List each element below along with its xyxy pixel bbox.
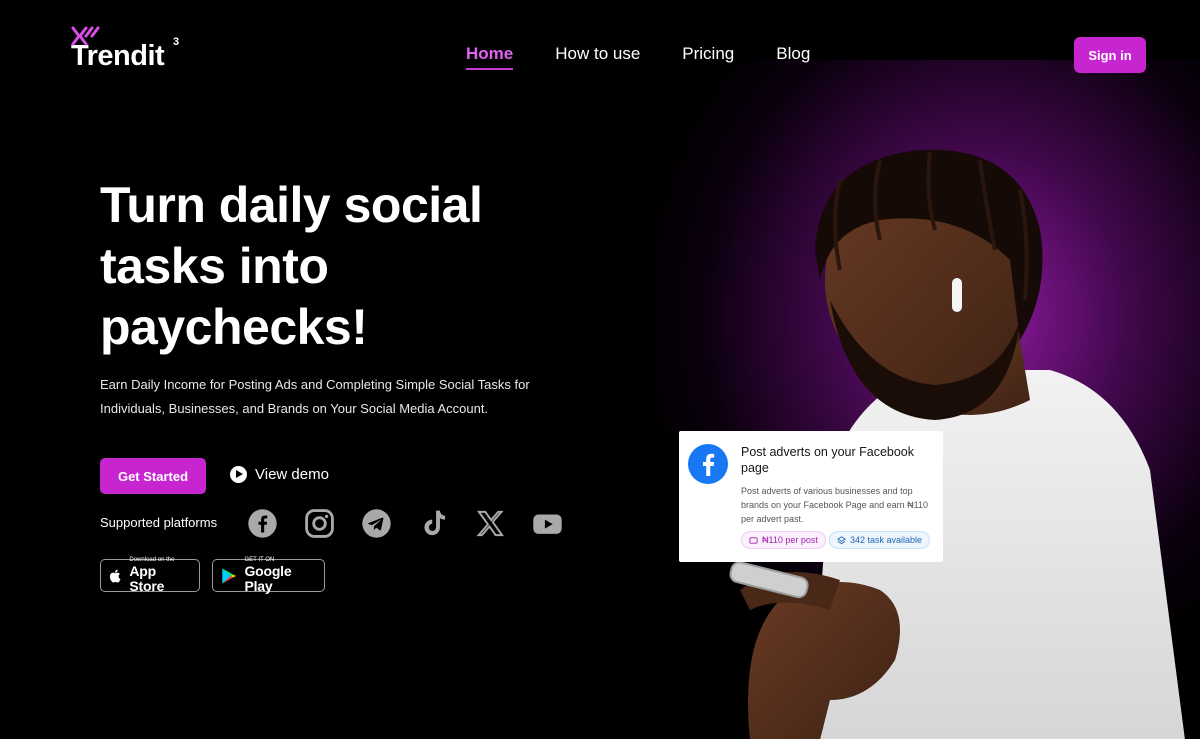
instagram-icon	[304, 508, 335, 539]
layers-icon	[837, 535, 846, 544]
nav-how-to-use[interactable]: How to use	[555, 44, 640, 70]
nav-home[interactable]: Home	[466, 44, 514, 70]
nav-blog[interactable]: Blog	[776, 44, 810, 70]
tiktok-icon	[418, 508, 449, 539]
task-card-description: Post adverts of various businesses and t…	[741, 486, 928, 524]
task-card[interactable]: Post adverts on your Facebook page Post …	[679, 431, 943, 562]
tasks-available-text: 342 task available	[850, 535, 923, 545]
apple-icon	[109, 569, 121, 583]
tasks-available-badge: 342 task available	[829, 531, 931, 549]
supported-platforms-label: Supported platforms	[100, 515, 218, 530]
view-demo-label: View demo	[255, 466, 329, 483]
platform-icons	[247, 508, 563, 539]
hero-title: Turn daily social tasks into paychecks!	[100, 177, 483, 355]
google-play-icon	[222, 567, 237, 584]
task-card-title: Post adverts on your Facebook page	[741, 445, 915, 475]
facebook-icon	[688, 444, 728, 484]
price-text: ₦110 per post	[762, 535, 818, 545]
youtube-icon	[532, 508, 563, 539]
app-store-text: Download on the App Store	[129, 557, 192, 594]
wallet-icon	[749, 536, 758, 544]
logo-mark-icon	[71, 26, 100, 46]
facebook-icon	[247, 508, 278, 539]
main-nav: Home How to use Pricing Blog	[466, 44, 810, 70]
price-badge: ₦110 per post	[741, 531, 826, 549]
google-play-big-text: Google Play	[244, 563, 292, 594]
telegram-icon	[361, 508, 392, 539]
sign-in-button[interactable]: Sign in	[1074, 37, 1146, 73]
x-icon	[475, 508, 506, 539]
hero-description: Earn Daily Income for Posting Ads and Co…	[100, 377, 530, 416]
get-started-button[interactable]: Get Started	[100, 458, 206, 494]
app-store-badge[interactable]: Download on the App Store	[100, 557, 200, 594]
google-play-text: GET IT ON Google Play	[244, 557, 317, 594]
brand-logo[interactable]: Trendit 3	[70, 26, 179, 73]
nav-pricing[interactable]: Pricing	[682, 44, 734, 70]
view-demo-button[interactable]: View demo	[230, 466, 329, 483]
app-store-big-text: App Store	[129, 563, 165, 594]
brand-superscript: 3	[173, 36, 180, 48]
play-icon	[230, 466, 247, 483]
google-play-badge[interactable]: GET IT ON Google Play	[212, 557, 325, 594]
